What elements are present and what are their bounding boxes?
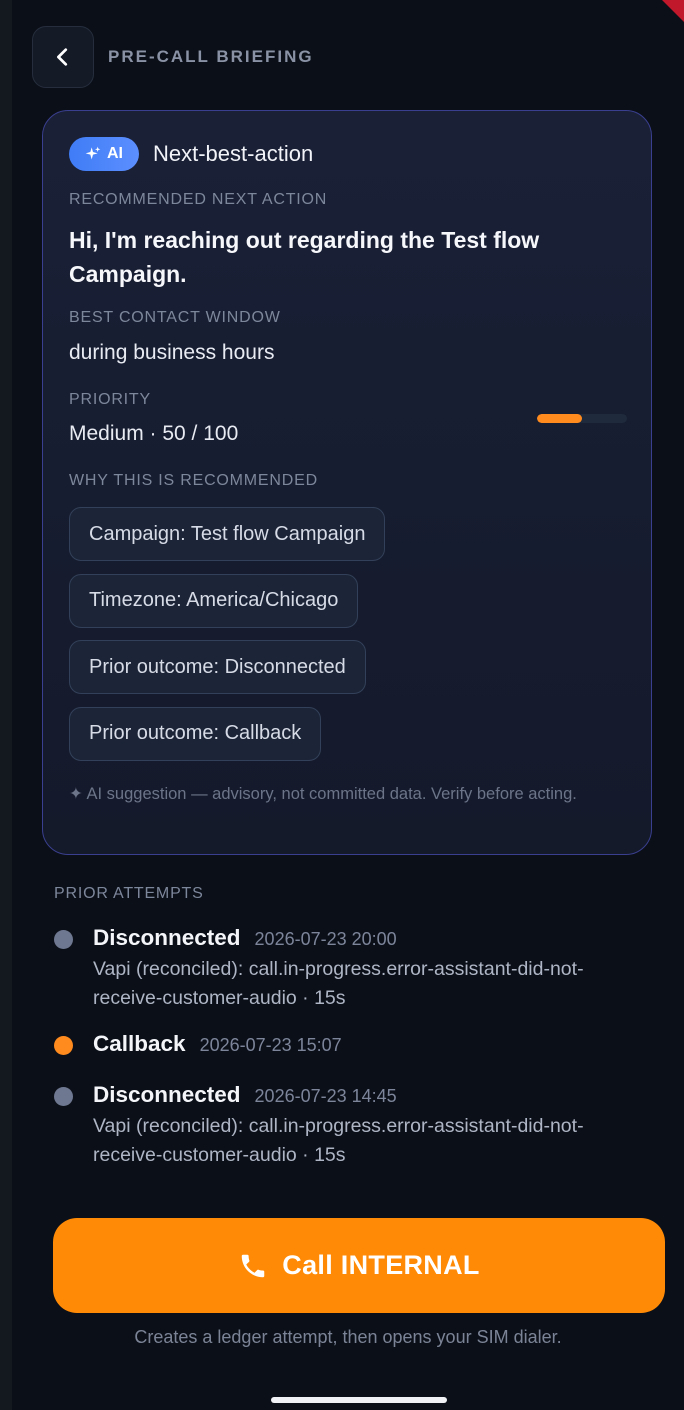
contact-window-label: BEST CONTACT WINDOW bbox=[69, 309, 281, 326]
header: PRE-CALL BRIEFING bbox=[32, 26, 664, 88]
status-dot bbox=[54, 1036, 73, 1055]
priority-bar-fill bbox=[537, 414, 582, 423]
priority-label: PRIORITY bbox=[69, 391, 151, 408]
why-recommended-label: WHY THIS IS RECOMMENDED bbox=[69, 472, 318, 489]
attempt-time: 2026-07-23 15:07 bbox=[199, 1035, 342, 1055]
reason-chip: Prior outcome: Disconnected bbox=[69, 640, 366, 694]
ai-badge: AI bbox=[69, 137, 139, 171]
phone-icon bbox=[242, 1254, 265, 1277]
attempt-time: 2026-07-23 14:45 bbox=[254, 1086, 397, 1106]
corner-marker bbox=[662, 0, 684, 22]
ai-disclaimer: ✦ AI suggestion — advisory, not committe… bbox=[69, 785, 577, 803]
reason-chips: Campaign: Test flow Campaign Timezone: A… bbox=[69, 507, 386, 773]
sparkle-icon bbox=[85, 146, 101, 160]
reason-chip: Campaign: Test flow Campaign bbox=[69, 507, 386, 561]
call-button[interactable]: Call INTERNAL bbox=[53, 1218, 665, 1313]
reason-chip: Timezone: America/Chicago bbox=[69, 573, 359, 628]
page-title: PRE-CALL BRIEFING bbox=[108, 47, 314, 66]
attempt-detail: Vapi (reconciled): call.in-progress.erro… bbox=[93, 1115, 584, 1166]
card-title: Next-best-action bbox=[153, 141, 314, 166]
attempt-status: Disconnected bbox=[93, 1082, 241, 1107]
prior-attempts-label: PRIOR ATTEMPTS bbox=[54, 885, 204, 902]
call-button-label: Call INTERNAL bbox=[282, 1250, 480, 1280]
next-best-action-card: AI Next-best-action RECOMMENDED NEXT ACT… bbox=[42, 110, 652, 855]
list-item: Disconnected 2026-07-23 20:00 Vapi (reco… bbox=[54, 925, 644, 1013]
contact-window-value: during business hours bbox=[69, 341, 275, 364]
reason-chip: Prior outcome: Callback bbox=[69, 706, 322, 761]
ai-badge-label: AI bbox=[107, 145, 123, 162]
attempt-status: Disconnected bbox=[93, 925, 241, 950]
status-dot bbox=[54, 1087, 73, 1106]
recommended-action-text: Hi, I'm reaching out regarding the Test … bbox=[69, 227, 540, 287]
priority-value: Medium · 50 / 100 bbox=[69, 422, 239, 445]
phone-screen: PRE-CALL BRIEFING AI Next-best-action RE… bbox=[0, 0, 684, 1410]
home-indicator bbox=[271, 1397, 447, 1403]
chevron-left-icon bbox=[57, 48, 68, 66]
attempt-detail: Vapi (reconciled): call.in-progress.erro… bbox=[93, 958, 584, 1009]
back-button[interactable] bbox=[32, 26, 94, 88]
list-item: Callback 2026-07-23 15:07 bbox=[54, 1031, 644, 1061]
recommended-action-label: RECOMMENDED NEXT ACTION bbox=[69, 191, 328, 208]
priority-bar bbox=[537, 414, 627, 423]
status-dot bbox=[54, 930, 73, 949]
card-header: AI Next-best-action bbox=[69, 137, 625, 171]
attempt-status: Callback bbox=[93, 1031, 186, 1056]
list-item: Disconnected 2026-07-23 14:45 Vapi (reco… bbox=[54, 1082, 644, 1170]
attempt-time: 2026-07-23 20:00 bbox=[254, 929, 397, 949]
call-note: Creates a ledger attempt, then opens you… bbox=[134, 1327, 562, 1347]
